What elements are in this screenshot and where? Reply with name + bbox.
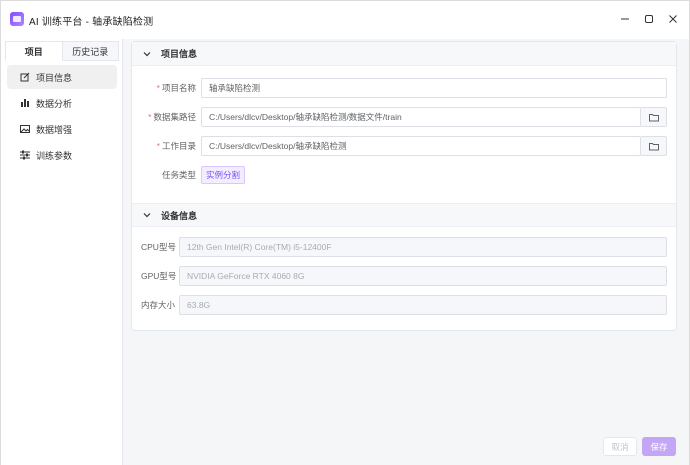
section-title: 项目信息 (161, 49, 198, 59)
section-title: 设备信息 (161, 210, 198, 221)
main-content: 项目信息 * 项目名称 轴承缺陷检测 * 数据集路径 C:/Users/dlcv/D… (123, 39, 689, 465)
close-icon (669, 15, 677, 23)
gpu-field: NVIDIA GeForce RTX 4060 8G (179, 266, 667, 286)
folder-icon (648, 113, 659, 121)
dataset-path-label: * 数据集路径 (148, 112, 196, 122)
folder-icon (648, 142, 659, 150)
cpu-row: CPU型号 12th Gen Intel(R) Core(TM) i5-1240… (132, 237, 676, 257)
task-type-tag: 实例分割 (201, 166, 246, 184)
workdir-input[interactable]: C:/Users/dlcv/Desktop/轴承缺陷检测 (201, 136, 641, 156)
tab-project[interactable]: 项目 (5, 41, 63, 61)
image-icon (19, 123, 31, 135)
chevron-down-icon (142, 210, 152, 220)
memory-label: 内存大小 (141, 300, 176, 310)
sidebar-item-data-analysis[interactable]: 数据分析 (7, 91, 117, 115)
dataset-path-input[interactable]: C:/Users/dlcv/Desktop/轴承缺陷检测/数据文件/train (201, 107, 641, 127)
sidebar-item-label: 项目信息 (36, 72, 73, 83)
minimize-icon (621, 18, 629, 20)
gpu-row: GPU型号 NVIDIA GeForce RTX 4060 8G (132, 266, 676, 286)
title-bar: AI 训练平台 - 轴承缺陷检测 (1, 1, 689, 39)
browse-workdir-button[interactable] (641, 136, 667, 156)
close-button[interactable] (665, 11, 681, 27)
cpu-label: CPU型号 (141, 242, 176, 252)
cancel-button[interactable]: 取消 (603, 437, 637, 456)
maximize-button[interactable] (641, 11, 657, 27)
sidebar-item-label: 数据分析 (36, 98, 73, 109)
project-name-row: * 项目名称 轴承缺陷检测 (132, 78, 676, 98)
task-type-row: 任务类型 实例分割 (132, 165, 676, 185)
tab-history[interactable]: 历史记录 (62, 41, 119, 61)
app-window: AI 训练平台 - 轴承缺陷检测 项目 历史记录 项目信息 数据分析 数据增强 … (0, 0, 690, 465)
edit-icon (19, 71, 31, 83)
section-project-info-header[interactable]: 项目信息 (132, 42, 676, 66)
gpu-label: GPU型号 (141, 271, 177, 281)
minimize-button[interactable] (617, 11, 633, 27)
sidebar-item-project-info[interactable]: 项目信息 (7, 65, 117, 89)
sidebar-item-label: 训练参数 (36, 150, 73, 161)
cpu-field: 12th Gen Intel(R) Core(TM) i5-12400F (179, 237, 667, 257)
project-name-input[interactable]: 轴承缺陷检测 (201, 78, 667, 98)
workdir-label: * 工作目录 (156, 141, 196, 151)
section-device-info-header[interactable]: 设备信息 (132, 203, 676, 227)
chevron-down-icon (142, 49, 152, 59)
workdir-row: * 工作目录 C:/Users/dlcv/Desktop/轴承缺陷检测 (132, 136, 676, 156)
sidebar: 项目 历史记录 项目信息 数据分析 数据增强 训练参数 (1, 39, 123, 465)
memory-field: 63.8G (179, 295, 667, 315)
maximize-icon (645, 15, 653, 23)
bar-chart-icon (19, 97, 31, 109)
sliders-icon (19, 149, 31, 161)
dataset-path-row: * 数据集路径 C:/Users/dlcv/Desktop/轴承缺陷检测/数据文件… (132, 107, 676, 127)
project-name-label: * 项目名称 (156, 83, 196, 93)
memory-row: 内存大小 63.8G (132, 295, 676, 315)
app-logo-icon (10, 12, 24, 26)
sidebar-item-label: 数据增强 (36, 124, 73, 135)
sidebar-tabs: 项目 历史记录 (5, 41, 119, 61)
sidebar-nav: 项目信息 数据分析 数据增强 训练参数 (7, 65, 117, 169)
sidebar-item-data-augmentation[interactable]: 数据增强 (7, 117, 117, 141)
sidebar-item-training-params[interactable]: 训练参数 (7, 143, 117, 167)
settings-card: 项目信息 * 项目名称 轴承缺陷检测 * 数据集路径 C:/Users/dlcv/D… (131, 41, 677, 331)
task-type-label: 任务类型 (161, 170, 196, 180)
window-title: AI 训练平台 - 轴承缺陷检测 (29, 17, 154, 28)
browse-dataset-button[interactable] (641, 107, 667, 127)
save-button[interactable]: 保存 (642, 437, 676, 456)
